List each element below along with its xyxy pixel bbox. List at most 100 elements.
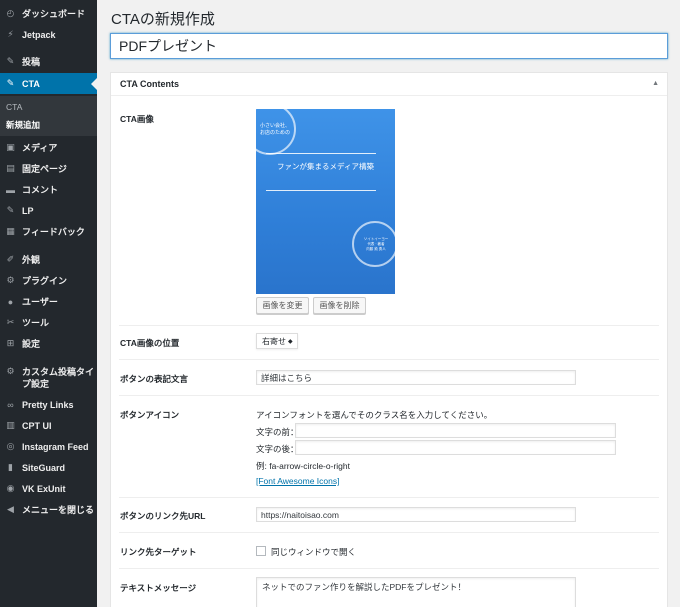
sidebar-item-12[interactable]: ● ユーザー	[0, 291, 97, 312]
metabox-header[interactable]: CTA Contents	[111, 73, 667, 96]
sidebar-item-label: SiteGuard	[22, 462, 66, 473]
icon-example-text: 例: fa-arrow-circle-o-right	[256, 461, 350, 471]
collapse-arrow-icon[interactable]: ▲	[652, 80, 659, 87]
decorative-line	[266, 153, 376, 154]
field-label-link-target: リンク先ターゲット	[120, 547, 197, 557]
same-window-label[interactable]: 同じウィンドウで開く	[271, 546, 356, 558]
sidebar-item-label: CPT UI	[22, 420, 52, 431]
appearance-icon: ✐	[6, 254, 15, 264]
select-arrows-icon: ◆	[288, 338, 293, 345]
sidebar-item-label: コメント	[22, 185, 59, 195]
delete-image-button[interactable]: 画像を削除	[313, 297, 366, 314]
decorative-line	[266, 190, 376, 191]
sidebar-item-label: 投稿	[22, 57, 41, 67]
cta-contents-metabox: CTA Contents ▲ CTA画像 小さい会社、 お店のための ファンが集…	[110, 72, 668, 607]
image-author-text: ソイトイーヨー 代表 · 著者 内藤 勲 勇人	[363, 237, 389, 251]
submenu-item-add-new[interactable]: 新規追加	[6, 119, 40, 131]
field-label-text-message: テキストメッセージ	[120, 583, 197, 593]
sidebar-item-17[interactable]: ▥ CPT UI	[0, 415, 97, 436]
field-label-button-text: ボタンの表記文言	[120, 374, 189, 384]
sidebar-item-11[interactable]: ⚙ プラグイン	[0, 270, 97, 291]
cpt-ui-icon: ▥	[6, 420, 15, 430]
field-label-image-position: CTA画像の位置	[120, 338, 180, 348]
submenu-item-cta[interactable]: CTA	[6, 102, 22, 112]
image-small-text: 小さい会社、 お店のための	[260, 123, 291, 136]
sidebar-item-2[interactable]: ⚡ Jetpack	[0, 24, 97, 45]
sidebar-item-15[interactable]: ⚙ カスタム投稿タイプ設定	[0, 363, 97, 391]
plugin-icon: ⚙	[6, 275, 15, 285]
image-book-title: ファンが集まるメディア構築	[277, 162, 374, 171]
font-awesome-link[interactable]: [Font Awesome Icons]	[256, 476, 339, 486]
image-position-select[interactable]: 右寄せ ◆	[256, 333, 298, 349]
pin-icon: ✎	[6, 78, 15, 88]
sidebar-item-20[interactable]: ◉ VK ExUnit	[0, 478, 97, 499]
sidebar-item-21[interactable]: ◀ メニューを閉じる	[0, 499, 97, 520]
text-message-textarea[interactable]: ネットでのファン作りを解説したPDFをプレゼント！	[256, 577, 576, 607]
sidebar-item-label: Pretty Links	[22, 399, 74, 410]
metabox-title: CTA Contents	[120, 79, 179, 89]
divider	[119, 497, 659, 498]
sidebar-item-label: LP	[22, 205, 34, 216]
sidebar-item-label: VK ExUnit	[22, 483, 66, 494]
divider	[119, 325, 659, 326]
icon-before-label: 文字の前：	[256, 427, 299, 437]
collapse-icon: ◀	[7, 504, 14, 514]
sidebar-item-label: 設定	[22, 339, 41, 349]
field-label-link-url: ボタンのリンク先URL	[120, 511, 206, 521]
post-title-input[interactable]	[110, 33, 668, 59]
sidebar-item-label: ツール	[22, 318, 50, 328]
sidebar-item-16[interactable]: ∞ Pretty Links	[0, 394, 97, 415]
sidebar-item-label: 外観	[22, 255, 41, 265]
sidebar-item-label: Jetpack	[22, 29, 56, 40]
dashboard-icon: ◴	[6, 8, 15, 18]
sidebar-item-9[interactable]: ▦ フィードバック	[0, 221, 97, 242]
sidebar-item-label: カスタム投稿タイプ設定	[22, 367, 95, 389]
active-indicator-arrow	[91, 78, 97, 90]
sidebar-item-5[interactable]: ▣ メディア	[0, 137, 97, 158]
link-url-input[interactable]: https://naitoisao.com	[256, 507, 576, 522]
sidebar-item-label: メディア	[22, 143, 58, 153]
user-icon: ●	[7, 296, 14, 307]
sidebar-item-1[interactable]: ◴ ダッシュボード	[0, 3, 97, 24]
icon-help-text: アイコンフォントを選んでそのクラス名を入力してください。	[256, 410, 493, 420]
cta-submenu: CTA 新規追加	[0, 96, 97, 136]
field-label-button-icon: ボタンアイコン	[120, 410, 180, 420]
icon-after-input[interactable]	[295, 440, 616, 455]
sidebar-item-label: フィードバック	[22, 227, 85, 237]
jetpack-icon: ⚡	[7, 29, 14, 39]
sidebar-item-label: CTA	[22, 78, 40, 89]
sidebar-item-18[interactable]: ◎ Instagram Feed	[0, 436, 97, 457]
pin-icon: ✎	[6, 205, 15, 215]
sidebar-item-label: プラグイン	[22, 276, 68, 286]
icon-after-label: 文字の後：	[256, 444, 299, 454]
icon-before-input[interactable]	[295, 423, 616, 438]
settings-icon: ⊞	[6, 338, 15, 348]
button-text-input[interactable]: 詳細はこちら	[256, 370, 576, 385]
divider	[119, 395, 659, 396]
pretty-links-icon: ∞	[7, 399, 14, 410]
sidebar-item-13[interactable]: ✂ ツール	[0, 312, 97, 333]
sidebar-item-label: メニューを閉じる	[22, 505, 95, 515]
sidebar-item-7[interactable]: ▬ コメント	[0, 179, 97, 200]
sidebar-item-14[interactable]: ⊞ 設定	[0, 333, 97, 354]
media-icon: ▣	[6, 142, 15, 152]
sidebar-item-3[interactable]: ✎ 投稿	[0, 51, 97, 72]
divider	[119, 568, 659, 569]
vk-exunit-icon: ◉	[6, 483, 15, 493]
sidebar-item-19[interactable]: ▮ SiteGuard	[0, 457, 97, 478]
sidebar-item-8[interactable]: ✎ LP	[0, 200, 97, 221]
sidebar-item-10[interactable]: ✐ 外観	[0, 249, 97, 270]
gear-icon: ⚙	[6, 366, 15, 376]
same-window-checkbox[interactable]	[256, 546, 266, 556]
page-title: CTAの新規作成	[111, 11, 215, 28]
field-label-cta-image: CTA画像	[120, 114, 154, 124]
siteguard-icon: ▮	[8, 462, 13, 472]
page-icon: ▤	[6, 163, 15, 173]
sidebar-item-label: ダッシュボード	[22, 9, 86, 19]
change-image-button[interactable]: 画像を変更	[256, 297, 309, 314]
divider	[119, 359, 659, 360]
sidebar-item-6[interactable]: ▤ 固定ページ	[0, 158, 97, 179]
sidebar-item-label: 固定ページ	[22, 164, 67, 174]
sidebar-item-4[interactable]: ✎ CTA	[0, 73, 97, 94]
cta-image-preview: 小さい会社、 お店のための ファンが集まるメディア構築 ソイトイーヨー 代表 ·…	[256, 109, 395, 294]
